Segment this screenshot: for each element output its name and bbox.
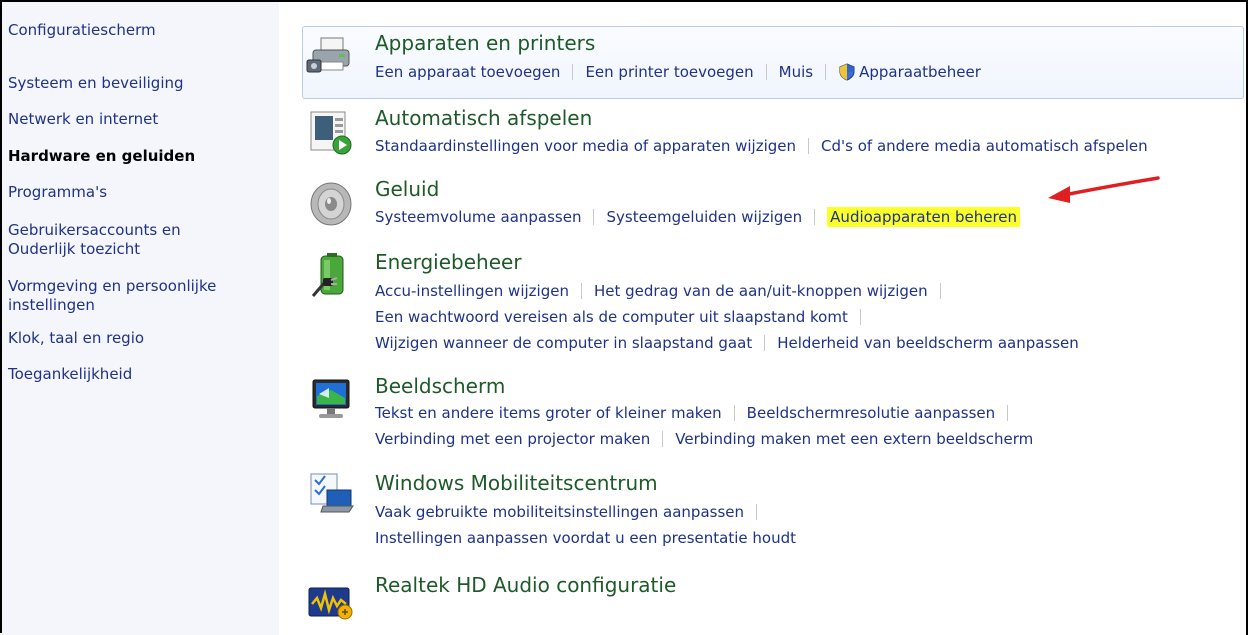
uac-shield-icon <box>838 63 856 81</box>
category-links-sound: Systeemvolume aanpassen Systeemgeluiden w… <box>375 206 1021 232</box>
category-links-devices: Een apparaat toevoegen Een printer toevoe… <box>375 61 981 87</box>
battery-plug-icon[interactable] <box>307 252 355 300</box>
link-separator <box>939 283 941 299</box>
link-separator <box>662 431 664 447</box>
link-add-printer[interactable]: Een printer toevoegen <box>585 63 753 81</box>
sidebar-item-hardware-sound[interactable]: Hardware en geluiden <box>8 147 195 166</box>
sidebar-item-appearance[interactable]: Vormgeving en persoonlijke <box>8 277 216 296</box>
link-power-buttons[interactable]: Het gedrag van de aan/uit-knoppen wijzig… <box>594 282 928 300</box>
link-separator <box>756 504 758 520</box>
category-links-power: Accu-instellingen wijzigen Het gedrag van… <box>375 280 1079 358</box>
link-media-defaults[interactable]: Standaardinstellingen voor media of appa… <box>375 137 796 155</box>
sidebar-home-link[interactable]: Configuratiescherm <box>8 21 156 40</box>
annotation-arrow <box>1048 176 1160 203</box>
sidebar-item-accessibility[interactable]: Toegankelijkheid <box>8 365 132 384</box>
link-separator <box>580 283 582 299</box>
link-external-display[interactable]: Verbinding maken met een extern beeldsch… <box>675 430 1033 448</box>
link-separator <box>593 209 595 225</box>
link-separator <box>825 64 827 80</box>
category-links-autoplay: Standaardinstellingen voor media of appa… <box>375 135 1148 161</box>
link-text-size[interactable]: Tekst en andere items groter of kleiner … <box>375 404 722 422</box>
link-require-password[interactable]: Een wachtwoord vereisen als de computer … <box>375 308 848 326</box>
link-add-device[interactable]: Een apparaat toevoegen <box>375 63 560 81</box>
link-battery-settings[interactable]: Accu-instellingen wijzigen <box>375 282 569 300</box>
realtek-audio-icon[interactable] <box>307 578 355 626</box>
category-title-realtek[interactable]: Realtek HD Audio configuratie <box>375 573 676 597</box>
link-screen-brightness[interactable]: Helderheid van beeldscherm aanpassen <box>777 334 1079 352</box>
link-device-manager[interactable]: Apparaatbeheer <box>859 63 981 81</box>
sidebar-item-appearance-line2[interactable]: instellingen <box>8 296 95 315</box>
category-links-mobility: Vaak gebruikte mobiliteitsinstellingen a… <box>375 501 796 553</box>
sidebar-item-programs[interactable]: Programma's <box>8 183 107 202</box>
category-links-display: Tekst en andere items groter of kleiner … <box>375 402 1033 454</box>
sidebar-item-clock-region[interactable]: Klok, taal en regio <box>8 329 144 348</box>
link-connect-projector[interactable]: Verbinding met een projector maken <box>375 430 650 448</box>
link-separator <box>765 64 767 80</box>
sidebar: Configuratiescherm Systeem en beveiligin… <box>2 2 279 635</box>
category-title-mobility[interactable]: Windows Mobiliteitscentrum <box>375 471 658 495</box>
mobility-center-icon[interactable] <box>307 470 355 518</box>
link-system-volume[interactable]: Systeemvolume aanpassen <box>375 208 581 226</box>
category-title-display[interactable]: Beeldscherm <box>375 374 505 398</box>
link-separator <box>572 64 574 80</box>
speaker-icon[interactable] <box>307 180 355 228</box>
sidebar-item-user-accounts[interactable]: Gebruikersaccounts en <box>8 221 181 240</box>
link-sleep-settings[interactable]: Wijzigen wanneer de computer in slaapsta… <box>375 334 752 352</box>
autoplay-icon[interactable] <box>307 108 355 156</box>
devices-printer-icon[interactable] <box>305 32 353 80</box>
link-autoplay-cds[interactable]: Cd's of andere media automatisch afspele… <box>821 137 1148 155</box>
link-separator <box>764 335 766 351</box>
category-title-devices[interactable]: Apparaten en printers <box>375 31 595 55</box>
sidebar-item-network-internet[interactable]: Netwerk en internet <box>8 110 158 129</box>
link-mouse[interactable]: Muis <box>779 63 813 81</box>
sidebar-item-system-security[interactable]: Systeem en beveiliging <box>8 74 184 93</box>
category-title-autoplay[interactable]: Automatisch afspelen <box>375 106 592 130</box>
link-mobility-settings[interactable]: Vaak gebruikte mobiliteitsinstellingen a… <box>375 503 744 521</box>
link-system-sounds[interactable]: Systeemgeluiden wijzigen <box>606 208 802 226</box>
sidebar-item-user-accounts-line2[interactable]: Ouderlijk toezicht <box>8 240 140 259</box>
link-separator <box>814 209 816 225</box>
link-screen-resolution[interactable]: Beeldschermresolutie aanpassen <box>747 404 996 422</box>
monitor-icon[interactable] <box>307 376 355 424</box>
link-separator <box>1007 405 1009 421</box>
category-title-sound[interactable]: Geluid <box>375 177 439 201</box>
link-manage-audio-devices[interactable]: Audioapparaten beheren <box>827 207 1021 227</box>
link-separator <box>808 138 810 154</box>
link-separator <box>733 405 735 421</box>
category-title-power[interactable]: Energiebeheer <box>375 250 522 274</box>
link-separator <box>859 309 861 325</box>
link-presentation-settings[interactable]: Instellingen aanpassen voordat u een pre… <box>375 529 796 547</box>
